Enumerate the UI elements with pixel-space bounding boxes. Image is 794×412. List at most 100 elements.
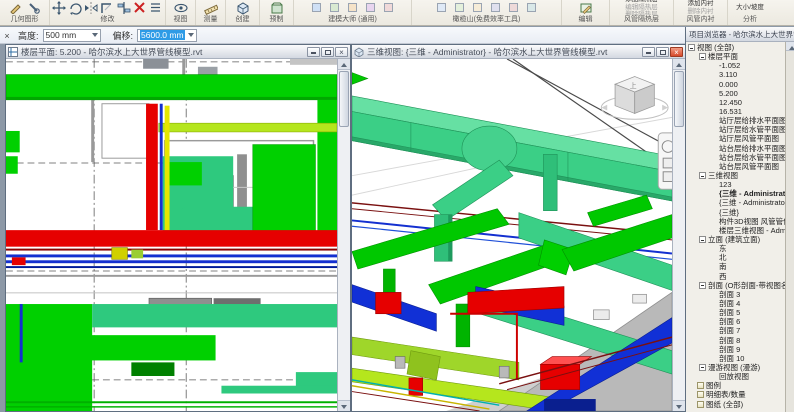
- tree-item[interactable]: -1.052: [686, 61, 785, 70]
- plugin-tool-icon[interactable]: [381, 0, 397, 15]
- close-icon[interactable]: ×: [335, 46, 348, 57]
- tree-item[interactable]: 123: [686, 180, 785, 189]
- tree-item[interactable]: 剖面 6: [686, 317, 785, 326]
- trim-icon[interactable]: [100, 0, 114, 15]
- tree-item[interactable]: 立面 (建筑立面): [686, 235, 785, 244]
- add-lining-button[interactable]: 添加内衬: [688, 1, 714, 7]
- view3d-vertical-scrollbar[interactable]: [672, 59, 685, 411]
- plan-view-window[interactable]: 楼层平面: 5.200 - 哈尔滨水上大世界管线模型.rvt ×: [5, 44, 351, 412]
- match-properties-icon[interactable]: [149, 0, 163, 15]
- tree-item[interactable]: 剖面 10: [686, 354, 785, 363]
- tree-item[interactable]: 图纸 (全部): [686, 399, 785, 409]
- plugin-tool-icon[interactable]: [309, 0, 325, 15]
- plan-canvas[interactable]: [6, 59, 337, 411]
- tree-item[interactable]: 西: [686, 272, 785, 281]
- tree-item[interactable]: 剖面 3: [686, 290, 785, 299]
- minimize-icon[interactable]: [307, 46, 320, 57]
- tree-item[interactable]: 剖面 9: [686, 345, 785, 354]
- tree-item[interactable]: 剖面 8: [686, 336, 785, 345]
- restore-icon[interactable]: [321, 46, 334, 57]
- tree-item[interactable]: 南: [686, 262, 785, 271]
- create-box-icon[interactable]: [235, 0, 251, 15]
- minimize-icon[interactable]: [642, 46, 655, 57]
- collapse-icon[interactable]: [699, 363, 706, 371]
- rotate-icon[interactable]: [68, 0, 82, 15]
- tree-item[interactable]: 回放视图: [686, 372, 785, 381]
- measure-icon[interactable]: [203, 0, 219, 15]
- collapse-icon[interactable]: [699, 281, 706, 289]
- delete-icon[interactable]: [133, 0, 147, 15]
- plan-window-titlebar[interactable]: 楼层平面: 5.200 - 哈尔滨水上大世界管线模型.rvt ×: [6, 45, 350, 59]
- size-slope-button[interactable]: 大小/坡度: [736, 4, 764, 11]
- panel-close-icon[interactable]: ×: [2, 31, 12, 41]
- tree-item[interactable]: 站台层给水管平面图: [686, 153, 785, 162]
- tree-item[interactable]: 3.110: [686, 70, 785, 79]
- tree-item[interactable]: 楼层平面: [686, 52, 785, 61]
- plugin-tool-icon[interactable]: [345, 0, 361, 15]
- view3d-window[interactable]: 三维视图: {三维 - Administrator} - 哈尔滨水上大世界管线模…: [351, 44, 686, 412]
- tree-item[interactable]: 0.000: [686, 80, 785, 89]
- edit-duct-icon[interactable]: [578, 0, 594, 15]
- project-browser-titlebar[interactable]: 项目浏览器 - 哈尔滨水上大世界管...: [686, 27, 794, 42]
- scroll-down-icon[interactable]: [673, 400, 685, 411]
- viewcube[interactable]: 上: [600, 76, 669, 120]
- remove-lining-button[interactable]: 删除内衬: [688, 8, 714, 15]
- plugin-tool-icon[interactable]: [488, 0, 504, 15]
- tree-item[interactable]: 东: [686, 244, 785, 253]
- align-icon[interactable]: [117, 0, 131, 15]
- prefab-icon[interactable]: [269, 0, 285, 15]
- view-icon[interactable]: [173, 0, 189, 15]
- restore-icon[interactable]: [656, 46, 669, 57]
- navigation-bar[interactable]: [657, 132, 672, 190]
- scroll-up-icon[interactable]: [338, 59, 350, 70]
- tree-item[interactable]: {三维 - Administrator}: [686, 189, 785, 198]
- tree-item[interactable]: 剖面 (O形剖面-带视图名称): [686, 281, 785, 290]
- scroll-thumb[interactable]: [339, 71, 349, 127]
- height-dropdown[interactable]: 500 mm: [42, 28, 101, 42]
- tree-item[interactable]: 图例: [686, 381, 785, 390]
- plugin-tool-icon[interactable]: [452, 0, 468, 15]
- plugin-tool-icon[interactable]: [327, 0, 343, 15]
- scroll-thumb[interactable]: [674, 71, 684, 127]
- tree-item[interactable]: 站厅层给水管平面图: [686, 125, 785, 134]
- tree-item[interactable]: 剖面 4: [686, 299, 785, 308]
- tree-item[interactable]: 漫游视图 (漫游): [686, 363, 785, 372]
- tree-item[interactable]: {三维 - Administrator}1: [686, 198, 785, 207]
- tree-item[interactable]: 视图 (全部): [686, 43, 785, 52]
- scroll-up-icon[interactable]: [786, 42, 794, 51]
- collapse-icon[interactable]: [699, 172, 706, 180]
- collapse-icon[interactable]: [699, 53, 706, 61]
- move-icon[interactable]: [52, 0, 67, 15]
- collapse-icon[interactable]: [688, 44, 695, 52]
- view3d-canvas[interactable]: 上: [352, 59, 672, 411]
- tree-item[interactable]: 北: [686, 253, 785, 262]
- tree-item[interactable]: 站厅层给排水平面图: [686, 116, 785, 125]
- plugin-tool-icon[interactable]: [506, 0, 522, 15]
- pick-tool-icon[interactable]: [26, 0, 42, 15]
- tree-item[interactable]: 站台层风管平面图: [686, 162, 785, 171]
- orbit-tool-icon[interactable]: [662, 171, 672, 183]
- plugin-tool-icon[interactable]: [434, 0, 450, 15]
- plan-vertical-scrollbar[interactable]: [337, 59, 350, 411]
- edit-insulation-button[interactable]: 编辑隔热层: [625, 4, 658, 11]
- plugin-tool-icon[interactable]: [363, 0, 379, 15]
- tree-item[interactable]: 剖面 7: [686, 326, 785, 335]
- view3d-window-titlebar[interactable]: 三维视图: {三维 - Administrator} - 哈尔滨水上大世界管线模…: [352, 45, 685, 59]
- tree-item[interactable]: 站厅层风管平面图: [686, 134, 785, 143]
- close-icon[interactable]: ×: [670, 46, 683, 57]
- tree-item[interactable]: 楼层三维视图 - Administra...: [686, 226, 785, 235]
- scroll-up-icon[interactable]: [673, 59, 685, 70]
- zoom-tool-icon[interactable]: [662, 157, 672, 169]
- tree-item[interactable]: 剖面 5: [686, 308, 785, 317]
- tree-item[interactable]: 12.450: [686, 98, 785, 107]
- tree-item[interactable]: 构件3D视图 风管管件 1 etc: [686, 217, 785, 226]
- mirror-icon[interactable]: [84, 0, 98, 15]
- collapse-icon[interactable]: [699, 236, 706, 244]
- offset-input[interactable]: 5600.0 mm: [137, 28, 197, 42]
- tree-item[interactable]: {三维}: [686, 208, 785, 217]
- plugin-tool-icon[interactable]: [524, 0, 540, 15]
- tree-item[interactable]: 5.200: [686, 89, 785, 98]
- tree-item[interactable]: 明细表/数量: [686, 390, 785, 399]
- tree-item[interactable]: 站台层给排水平面图: [686, 144, 785, 153]
- scroll-down-icon[interactable]: [338, 400, 350, 411]
